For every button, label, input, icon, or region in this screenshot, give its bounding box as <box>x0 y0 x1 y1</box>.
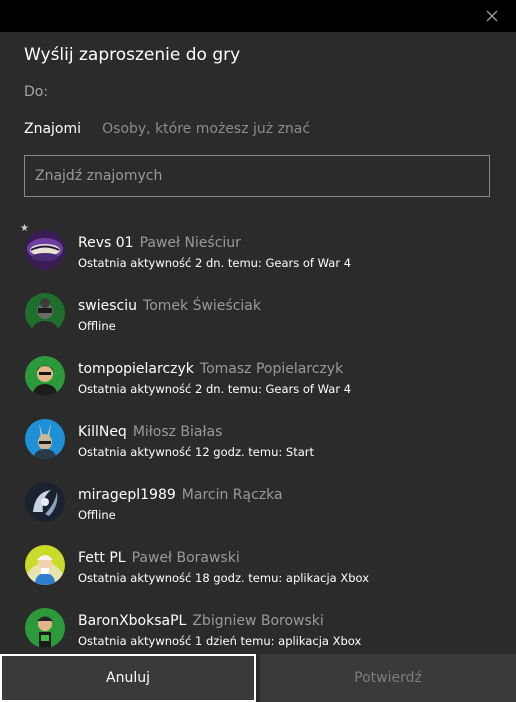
friend-row[interactable]: miragepl1989 Marcin Rączka Offline <box>0 472 516 535</box>
avatar <box>25 356 65 396</box>
friend-row[interactable]: ★ Revs 01 Paweł Nieściur Ostatnia aktywno… <box>0 220 516 283</box>
friend-row[interactable]: BaronXboksaPL Zbigniew Borowski Ostatnia … <box>0 598 516 654</box>
avatar <box>25 419 65 459</box>
real-name: Miłosz Białas <box>132 424 223 440</box>
real-name: Marcin Rączka <box>181 487 283 503</box>
activity-status: Offline <box>78 319 116 333</box>
close-icon[interactable] <box>482 6 502 26</box>
search-friends-input[interactable] <box>24 155 490 197</box>
avatar <box>25 293 65 333</box>
cancel-button[interactable]: Anuluj <box>0 654 256 702</box>
activity-status: Ostatnia aktywność 2 dn. temu: Gears of … <box>78 382 352 396</box>
real-name: Tomek Świeściak <box>143 298 261 314</box>
activity-status: Ostatnia aktywność 2 dn. temu: Gears of … <box>78 256 352 270</box>
real-name: Paweł Borawski <box>131 550 240 566</box>
dialog-title: Wyślij zaproszenie do gry <box>24 45 241 65</box>
gamertag: BaronXboksaPL <box>78 613 187 629</box>
confirm-button[interactable]: Potwierdź <box>260 654 516 702</box>
activity-status: Ostatnia aktywność 12 godz. temu: Start <box>78 445 314 459</box>
favorite-star-icon: ★ <box>20 223 29 234</box>
dialog-footer: Anuluj Potwierdź <box>0 654 516 702</box>
to-label: Do: <box>24 84 49 100</box>
gamertag: swiesciu <box>78 298 138 314</box>
gamertag: Fett PL <box>78 550 126 566</box>
activity-status: Offline <box>78 508 116 522</box>
gamertag: Revs 01 <box>78 235 134 251</box>
avatar <box>25 545 65 585</box>
tab-bar: Znajomi Osoby, które możesz już znać <box>24 118 326 140</box>
tab-friends[interactable]: Znajomi <box>24 121 81 137</box>
avatar <box>25 230 65 270</box>
title-bar <box>0 0 516 32</box>
activity-status: Ostatnia aktywność 1 dzień temu: aplikac… <box>78 634 362 648</box>
gamertag: tompopielarczyk <box>78 361 194 377</box>
tab-people-you-may-know[interactable]: Osoby, które możesz już znać <box>102 121 310 137</box>
friend-row[interactable]: Fett PL Paweł Borawski Ostatnia aktywność… <box>0 535 516 598</box>
activity-status: Ostatnia aktywność 18 godz. temu: aplika… <box>78 571 370 585</box>
avatar <box>25 482 65 522</box>
friend-row[interactable]: tompopielarczyk Tomasz Popielarczyk Ostat… <box>0 346 516 409</box>
friend-row[interactable]: KillNeq Miłosz Białas Ostatnia aktywność … <box>0 409 516 472</box>
friends-list[interactable]: ★ Revs 01 Paweł Nieściur Ostatnia aktywno… <box>0 220 516 654</box>
real-name: Paweł Nieściur <box>139 235 241 251</box>
real-name: Zbigniew Borowski <box>192 613 324 629</box>
real-name: Tomasz Popielarczyk <box>199 361 344 377</box>
friend-row[interactable]: swiesciu Tomek Świeściak Offline <box>0 283 516 346</box>
avatar <box>25 608 65 648</box>
gamertag: KillNeq <box>78 424 127 440</box>
gamertag: miragepl1989 <box>78 487 176 503</box>
